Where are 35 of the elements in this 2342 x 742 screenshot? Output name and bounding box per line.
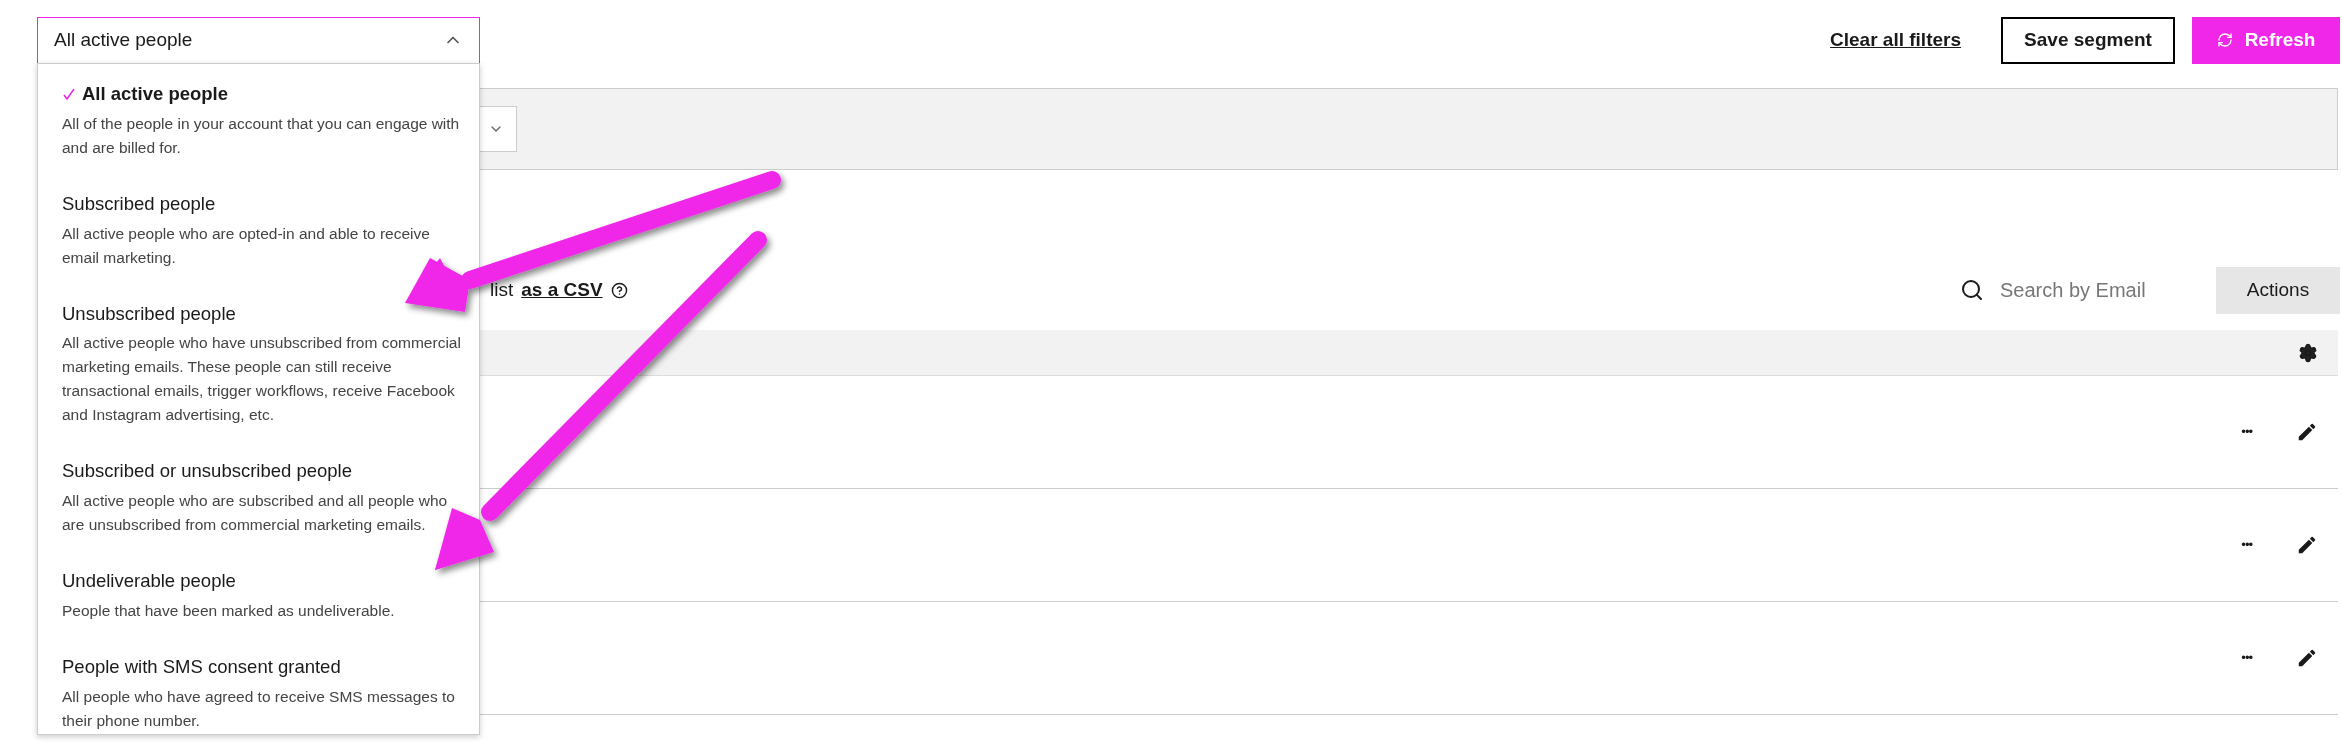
check-icon: [62, 86, 76, 101]
segment-option[interactable]: All active people All of the people in your account that you can engage with and are billed for.: [38, 76, 479, 186]
segment-option[interactable]: Subscribed people All active people who are opted-in and able to receive email marketing.: [38, 185, 479, 296]
option-title: People with SMS consent granted: [62, 654, 341, 679]
segment-select[interactable]: All active people: [37, 16, 480, 64]
option-title: Undeliverable people: [62, 569, 236, 593]
edit-icon[interactable]: [2296, 534, 2318, 556]
more-button[interactable]: •••: [2241, 422, 2252, 442]
edit-icon[interactable]: [2296, 647, 2318, 669]
option-description: All active people who have unsubscribed from commercial marketing emails. These people can still receive transactional emails, trigger workflows, receive Facebook and Instagram advertising, etc.: [62, 333, 462, 426]
help-icon: [610, 281, 628, 299]
more-button[interactable]: •••: [2241, 535, 2252, 555]
segment-option[interactable]: Subscribed or unsubscribed people All active people who are subscribed and all people who are unsubscribed from commercial marketing emails.: [38, 453, 479, 563]
segment-option[interactable]: People with SMS consent granted All people who have agreed to receive SMS messages to their phone number.: [38, 648, 479, 742]
save-segment-button[interactable]: Save segment: [2001, 16, 2175, 64]
option-title: Subscribed or unsubscribed people: [62, 459, 353, 484]
actions-button[interactable]: Actions: [2216, 266, 2340, 314]
option-description: All active people who are subscribed and all people who are unsubscribed from commercial marketing emails.: [62, 491, 449, 535]
clear-filters-link[interactable]: Clear all filters: [1830, 25, 1961, 55]
export-text: list: [490, 277, 514, 302]
settings-icon[interactable]: [2298, 342, 2318, 363]
option-description: All active people who are opted-in and able to receive email marketing.: [62, 223, 431, 268]
more-button[interactable]: •••: [2241, 648, 2252, 668]
option-description: All people who have agreed to receive SMS messages to their phone number.: [62, 686, 456, 731]
edit-icon[interactable]: [2296, 421, 2318, 443]
option-title: Subscribed people: [62, 191, 216, 216]
csv-link[interactable]: as a CSV: [521, 275, 603, 305]
option-description: All of the people in your account that you can engage with and are billed for.: [62, 113, 461, 158]
option-description: People that have been marked as undeliverable.: [62, 600, 396, 621]
search-field[interactable]: Search by Email: [2000, 275, 2180, 305]
option-title: All active people: [82, 82, 228, 106]
refresh-icon: [2216, 32, 2233, 48]
option-title: Unsubscribed people: [62, 301, 236, 326]
segment-option[interactable]: Undeliverable people People that have been marked as undeliverable.: [38, 563, 479, 649]
search-icon: [1960, 278, 1984, 302]
